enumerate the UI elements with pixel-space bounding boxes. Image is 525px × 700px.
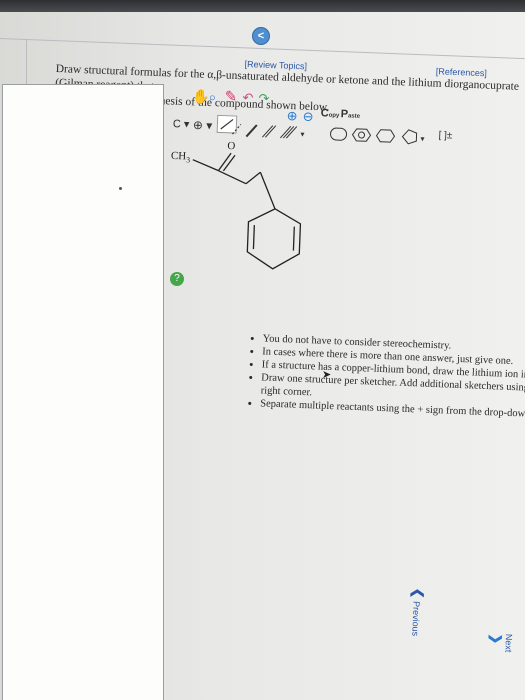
next-button[interactable]: Next ❯: [487, 633, 514, 652]
chevron-left-icon: ❮: [410, 587, 426, 599]
bracket-tool[interactable]: [ ]±: [438, 130, 452, 142]
instructions-list: You do not have to consider stereochemis…: [250, 332, 525, 427]
previous-button[interactable]: ❮ Previous: [408, 587, 426, 636]
molecule-structure: CH3 O: [143, 128, 350, 316]
ch3-label: CH3: [171, 150, 191, 165]
instructions-block: You do not have to consider stereochemis…: [250, 332, 525, 427]
canvas-dot: [119, 187, 122, 190]
mouse-cursor-icon: ➤: [322, 369, 332, 381]
charge-plus-dropdown[interactable]: ⊕ ▾: [193, 118, 213, 133]
next-label: Next: [503, 633, 514, 653]
svg-text:▾: ▾: [300, 130, 304, 139]
molecule-svg: CH3 O: [171, 140, 302, 270]
paste-button[interactable]: Paste: [340, 108, 360, 121]
sketcher-canvas[interactable]: [2, 84, 164, 700]
previous-label: Previous: [410, 600, 422, 637]
collapse-button[interactable]: <: [252, 27, 270, 45]
element-carbon-dropdown[interactable]: C ▾: [173, 117, 190, 131]
svg-text:▾: ▾: [420, 134, 424, 143]
monitor-bezel: [0, 0, 525, 12]
screenshot-area: [Review Topics] [References] Draw struct…: [0, 0, 525, 700]
chevron-right-icon: ❯: [488, 633, 505, 645]
help-icon[interactable]: ?: [170, 272, 184, 286]
bond-ring-tools: ▾ ▾: [232, 123, 425, 145]
